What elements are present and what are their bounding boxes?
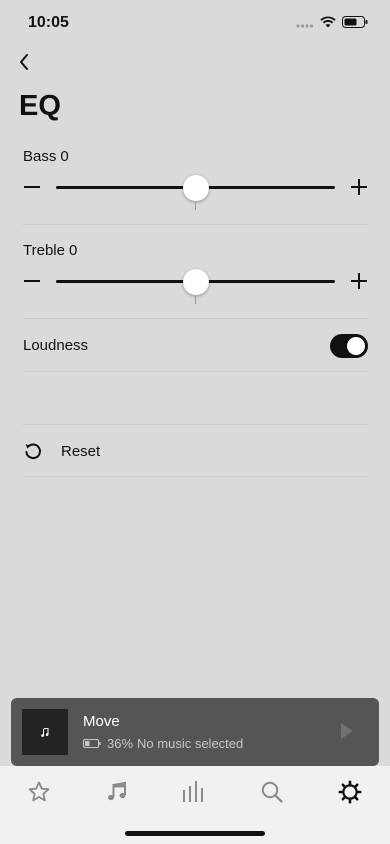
now-playing-title: Move xyxy=(83,713,120,730)
treble-center-tick xyxy=(195,296,196,304)
tab-favorites[interactable] xyxy=(25,778,53,806)
treble-row: Treble 0 xyxy=(23,242,368,304)
music-note-icon xyxy=(108,781,126,801)
page-title: EQ xyxy=(19,90,61,122)
home-indicator xyxy=(125,831,265,836)
treble-label: Treble xyxy=(23,242,65,259)
reset-label: Reset xyxy=(61,442,101,460)
tab-rooms[interactable] xyxy=(180,778,208,806)
battery-icon xyxy=(342,15,368,33)
bass-value: 0 xyxy=(60,148,69,165)
battery-percentage: 36% xyxy=(107,736,134,751)
divider xyxy=(23,476,368,477)
treble-minus-button[interactable] xyxy=(23,266,41,296)
bass-row: Bass 0 xyxy=(23,148,368,210)
gear-icon xyxy=(338,780,362,804)
divider xyxy=(23,424,368,425)
treble-slider[interactable] xyxy=(23,266,368,304)
reset-button[interactable]: Reset xyxy=(23,438,100,464)
signal-icon xyxy=(296,15,314,33)
divider xyxy=(23,224,368,225)
plus-icon xyxy=(351,273,367,289)
bass-label: Bass xyxy=(23,148,57,165)
bass-slider-thumb[interactable] xyxy=(182,175,209,201)
plus-icon xyxy=(351,179,367,195)
bass-minus-button[interactable] xyxy=(23,172,41,202)
treble-slider-thumb[interactable] xyxy=(182,269,209,295)
tab-search[interactable] xyxy=(258,778,286,806)
music-note-icon xyxy=(41,727,49,737)
star-icon xyxy=(28,781,50,802)
loudness-toggle[interactable] xyxy=(330,334,368,358)
album-art xyxy=(22,709,68,755)
treble-value: 0 xyxy=(68,242,78,259)
bass-slider[interactable] xyxy=(23,172,368,210)
minus-icon xyxy=(24,186,40,188)
now-playing-status: No music selected xyxy=(137,736,244,751)
status-icons xyxy=(296,15,368,33)
bass-plus-button[interactable] xyxy=(350,172,368,202)
play-button[interactable] xyxy=(339,722,357,742)
status-time: 10:05 xyxy=(28,14,69,31)
toggle-knob xyxy=(347,337,365,355)
bass-center-tick xyxy=(195,202,196,210)
tab-music[interactable] xyxy=(103,778,131,806)
reset-icon xyxy=(25,443,41,459)
search-icon xyxy=(261,781,283,803)
minus-icon xyxy=(24,280,40,282)
status-bar: 10:05 xyxy=(0,0,390,44)
chevron-left-icon xyxy=(20,54,28,70)
treble-label-group: Treble 0 xyxy=(23,242,368,259)
play-icon xyxy=(341,723,353,739)
wifi-icon xyxy=(320,15,336,33)
divider xyxy=(23,371,368,372)
battery-icon xyxy=(83,739,101,748)
bass-label-group: Bass 0 xyxy=(23,148,368,165)
now-playing-subtitle: 36% No music selected xyxy=(83,736,243,751)
back-button[interactable] xyxy=(12,50,36,74)
treble-plus-button[interactable] xyxy=(350,266,368,296)
divider xyxy=(23,318,368,319)
tab-settings[interactable] xyxy=(336,778,364,806)
rooms-icon xyxy=(183,781,203,802)
now-playing-bar[interactable]: Move 36% No music selected xyxy=(11,698,379,766)
loudness-label: Loudness xyxy=(23,337,89,354)
